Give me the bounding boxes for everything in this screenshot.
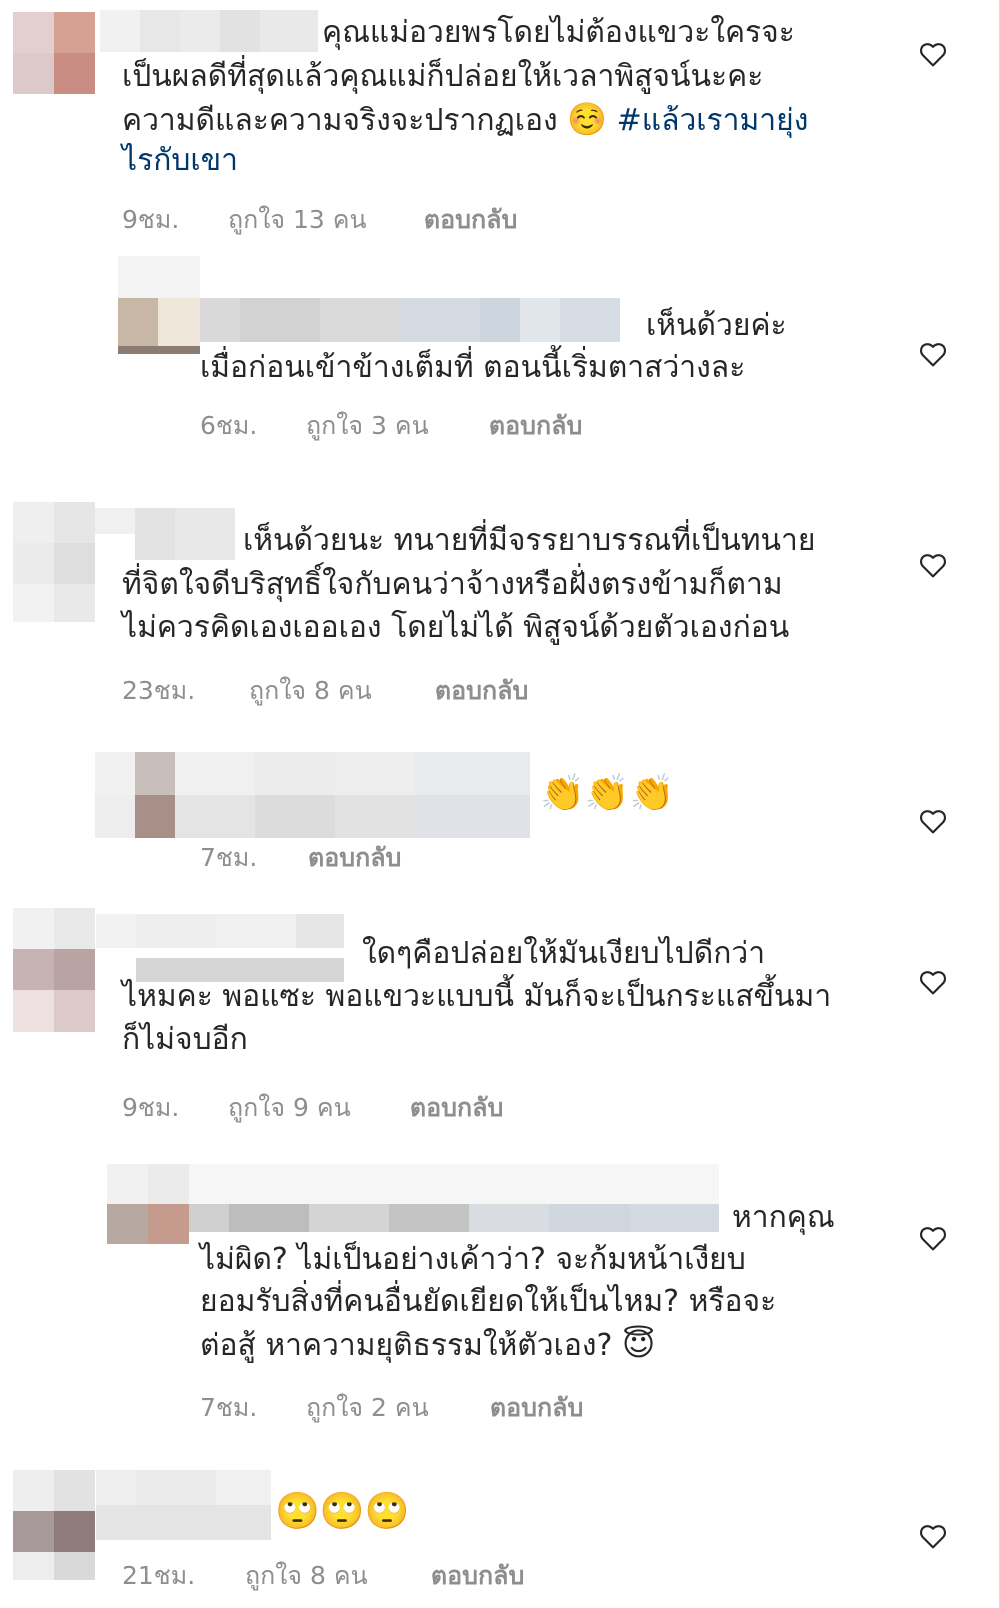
heart-icon[interactable] — [917, 1222, 949, 1254]
comment-time: 23ชม. — [122, 676, 196, 705]
comment-text-line: ไม่ผิด? ไม่เป็นอย่างเค้าว่า? จะก้มหน้าเง… — [200, 1242, 746, 1277]
username-blurred[interactable] — [189, 1164, 719, 1232]
username-blurred[interactable] — [175, 752, 530, 838]
comment-time: 7ชม. — [200, 843, 258, 872]
clapping-hands-emoji: 👏👏👏 — [540, 773, 675, 814]
comment-text-line: ใดๆคือปล่อยให้มันเงียบไปดีกว่า — [362, 936, 766, 971]
comment-text-line: ต่อสู้ หาความยุติธรรมให้ตัวเอง? 😇 — [200, 1322, 655, 1368]
hashtag-link[interactable]: #แล้วเรามายุ่ง — [617, 103, 809, 138]
comment-text-line: ไม่ควรคิดเองเออเอง โดยไม่ได้ พิสูจน์ด้วย… — [122, 610, 790, 645]
comment-text-line: เมื่อก่อนเข้าข้างเต็มที่ ตอนนี้เริ่มตาสว… — [200, 350, 746, 385]
comment-time: 9ชม. — [122, 205, 180, 234]
comment-text-line: หากคุณ — [732, 1200, 835, 1235]
comment-text-line: คุณแม่อวยพรโดยไม่ต้องแขวะใครจะ — [322, 15, 795, 50]
heart-icon[interactable] — [917, 966, 949, 998]
comment-text: ความดีและความจริงจะปรากฏเอง — [122, 103, 558, 138]
comment-text-line: เห็นด้วยค่ะ — [646, 308, 787, 343]
username-blurred[interactable] — [95, 508, 235, 560]
comment-meta: 9ชม. ถูกใจ 13 คน ตอบกลับ — [122, 200, 517, 240]
comment-meta: 23ชม. ถูกใจ 8 คน ตอบกลับ — [122, 671, 528, 711]
comment-text: ต่อสู้ หาความยุติธรรมให้ตัวเอง? — [200, 1328, 613, 1363]
avatar[interactable] — [118, 256, 200, 354]
likes-count[interactable]: ถูกใจ 8 คน — [249, 671, 427, 711]
heart-icon[interactable] — [917, 1520, 949, 1552]
hashtag-link[interactable]: ไรกับเขา — [122, 139, 238, 183]
comment-meta: 9ชม. ถูกใจ 9 คน ตอบกลับ — [122, 1088, 503, 1128]
comment-text-line: ก็ไม่จบอีก — [122, 1022, 248, 1057]
comment-text-line: ยอมรับสิ่งที่คนอื่นยัดเยียดให้เป็นไหม? ห… — [200, 1284, 777, 1319]
likes-count[interactable]: ถูกใจ 8 คน — [245, 1556, 423, 1596]
comment-text-line: เป็นผลดีที่สุดแล้วคุณแม่ก็ปล่อยให้เวลาพิ… — [122, 59, 764, 94]
comment-text-line: เห็นด้วยนะ ทนายที่มีจรรยาบรรณที่เป็นทนาย — [243, 523, 816, 558]
reply-button[interactable]: ตอบกลับ — [410, 1088, 503, 1128]
comment-time: 21ชม. — [122, 1561, 196, 1590]
likes-count[interactable]: ถูกใจ 3 คน — [306, 406, 481, 446]
comment-time: 9ชม. — [122, 1093, 180, 1122]
likes-count[interactable]: ถูกใจ 2 คน — [306, 1388, 482, 1428]
comment-text-line: ที่จิตใจดีบริสุทธิ์ใจกับคนว่าจ้างหรือฝั่… — [122, 567, 783, 602]
heart-icon[interactable] — [917, 338, 949, 370]
avatar[interactable] — [13, 1470, 95, 1580]
halo-face-emoji: 😇 — [622, 1325, 656, 1363]
avatar[interactable] — [107, 1164, 189, 1244]
heart-icon[interactable] — [917, 805, 949, 837]
avatar[interactable] — [13, 12, 95, 94]
comment-meta: 21ชม. ถูกใจ 8 คน ตอบกลับ — [122, 1556, 524, 1596]
reply-button[interactable]: ตอบกลับ — [431, 1556, 524, 1596]
username-blurred[interactable] — [200, 298, 620, 342]
username-blurred[interactable] — [96, 1470, 271, 1540]
reply-button[interactable]: ตอบกลับ — [424, 200, 517, 240]
comment-time: 7ชม. — [200, 1393, 258, 1422]
likes-count[interactable]: ถูกใจ 9 คน — [228, 1088, 402, 1128]
reply-button[interactable]: ตอบกลับ — [308, 838, 401, 878]
comment-text-line: ไหมคะ พอแซะ พอแขวะแบบนี้ มันก็จะเป็นกระแ… — [122, 979, 832, 1014]
comment-text-line: ความดีและความจริงจะปรากฏเอง ☺️ #แล้วเราม… — [122, 97, 808, 143]
avatar[interactable] — [95, 752, 175, 838]
reply-button[interactable]: ตอบกลับ — [490, 1388, 583, 1428]
avatar[interactable] — [13, 908, 95, 1032]
heart-icon[interactable] — [917, 38, 949, 70]
comment-meta: 7ชม. ถูกใจ 2 คน ตอบกลับ — [200, 1388, 583, 1428]
comment-meta: 6ชม. ถูกใจ 3 คน ตอบกลับ — [200, 406, 582, 446]
eye-roll-emoji: 🙄🙄🙄 — [275, 1491, 410, 1532]
comments-page: คุณแม่อวยพรโดยไม่ต้องแขวะใครจะ เป็นผลดีท… — [0, 0, 1000, 1608]
reply-button[interactable]: ตอบกลับ — [435, 671, 528, 711]
likes-count[interactable]: ถูกใจ 13 คน — [228, 200, 416, 240]
smiling-face-emoji: ☺️ — [567, 100, 608, 138]
reply-button[interactable]: ตอบกลับ — [489, 406, 582, 446]
username-blurred[interactable] — [100, 10, 318, 52]
heart-icon[interactable] — [917, 549, 949, 581]
username-blurred[interactable] — [96, 914, 344, 982]
avatar[interactable] — [13, 502, 95, 622]
comment-time: 6ชม. — [200, 411, 258, 440]
comment-meta: 7ชม. ตอบกลับ — [200, 838, 401, 878]
